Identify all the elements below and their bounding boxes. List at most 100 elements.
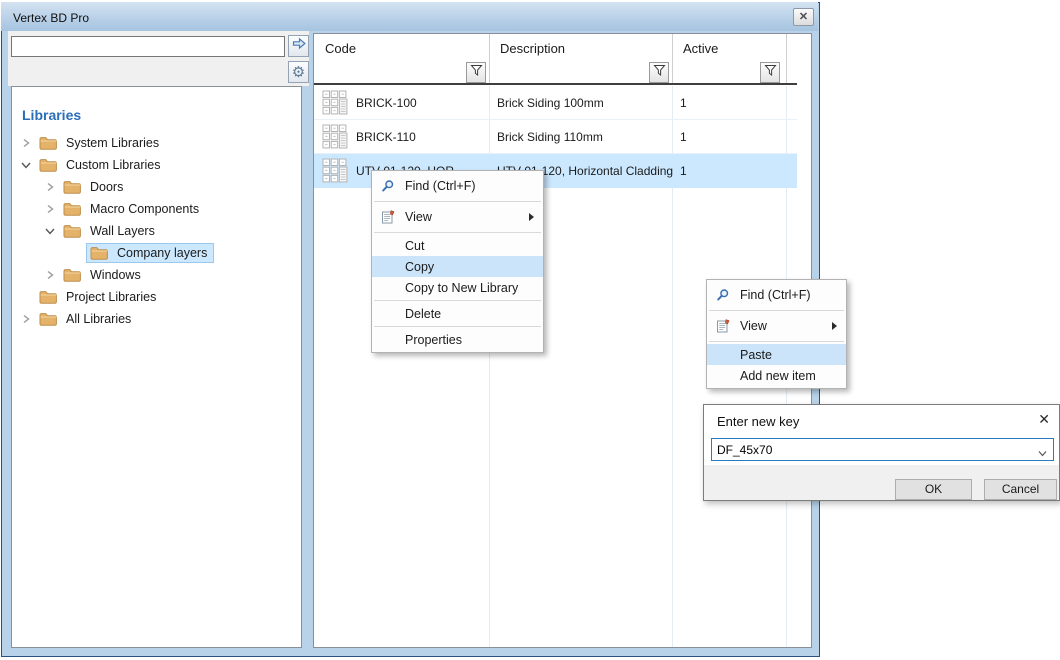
menu-separator	[709, 341, 844, 342]
menu-item-properties[interactable]: Properties	[372, 329, 543, 350]
new-key-combobox[interactable]	[711, 438, 1054, 461]
menu-item-label: Copy	[405, 260, 434, 274]
window-close-button[interactable]: ✕	[793, 8, 814, 26]
tree-item-wall-layers[interactable]: Wall Layers	[44, 220, 155, 242]
funnel-icon	[470, 64, 483, 82]
menu-item-cut[interactable]: Cut	[372, 235, 543, 256]
tree-selection-highlight: Company layers	[86, 243, 214, 263]
chevron-right-icon[interactable]	[44, 203, 56, 215]
chevron-right-icon[interactable]	[44, 181, 56, 193]
tree-item-label: System Libraries	[66, 136, 159, 150]
menu-separator	[374, 300, 541, 301]
window-title: Vertex BD Pro	[13, 11, 89, 25]
tree-item-label: Custom Libraries	[66, 158, 160, 172]
tree-item-label: Doors	[90, 180, 123, 194]
menu-separator	[374, 201, 541, 202]
column-divider	[489, 34, 490, 84]
filter-input-code[interactable]	[315, 62, 465, 83]
cell-active: 1	[680, 86, 687, 120]
folder-icon	[39, 158, 58, 172]
filter-button-description[interactable]	[649, 62, 669, 83]
filter-button-active[interactable]	[760, 62, 780, 83]
library-item-icon	[322, 90, 348, 121]
folder-icon	[39, 312, 58, 326]
menu-item-label: Add new item	[740, 369, 816, 383]
cell-description: Brick Siding 110mm	[497, 120, 603, 154]
column-divider	[672, 34, 673, 84]
dialog-footer: OK Cancel	[704, 465, 1059, 500]
tree-item-all-libraries[interactable]: All Libraries	[20, 308, 131, 330]
new-key-input[interactable]	[712, 439, 1030, 460]
tree-item-company-layers[interactable]: Company layers	[86, 242, 214, 264]
tree-item-label: All Libraries	[66, 312, 131, 326]
search-go-button[interactable]	[288, 35, 309, 57]
cell-code: BRICK-110	[356, 120, 416, 154]
menu-item-copy[interactable]: Copy	[372, 256, 543, 277]
funnel-icon	[653, 64, 666, 82]
column-header-description[interactable]: Description	[500, 41, 565, 56]
cancel-button[interactable]: Cancel	[984, 479, 1057, 500]
chevron-right-icon[interactable]	[20, 137, 32, 149]
menu-item-label: Delete	[405, 307, 441, 321]
tree-item-windows[interactable]: Windows	[44, 264, 141, 286]
menu-item-label: View	[740, 319, 767, 333]
tree-item-project-libraries[interactable]: Project Libraries	[39, 286, 156, 308]
table-row[interactable]: BRICK-100 Brick Siding 100mm 1	[314, 86, 797, 120]
header-separator-line	[314, 83, 797, 85]
menu-item-label: Find (Ctrl+F)	[405, 179, 476, 193]
menu-item-view[interactable]: View	[372, 204, 543, 230]
chevron-right-icon[interactable]	[44, 269, 56, 281]
filter-button-code[interactable]	[466, 62, 486, 83]
column-header-code[interactable]: Code	[325, 41, 356, 56]
tree-item-system-libraries[interactable]: System Libraries	[20, 132, 159, 154]
tree-item-custom-libraries[interactable]: Custom Libraries	[20, 154, 160, 176]
cell-active: 1	[680, 120, 687, 154]
tree-item-label: Wall Layers	[90, 224, 155, 238]
tree-header: Libraries	[22, 107, 81, 123]
tree-item-macro-components[interactable]: Macro Components	[44, 198, 199, 220]
menu-item-label: Find (Ctrl+F)	[740, 288, 811, 302]
menu-item-delete[interactable]: Delete	[372, 303, 543, 324]
menu-item-paste[interactable]: Paste	[707, 344, 846, 365]
menu-item-copy-to-new-library[interactable]: Copy to New Library	[372, 277, 543, 298]
table-row[interactable]: BRICK-110 Brick Siding 110mm 1	[314, 120, 797, 154]
view-document-icon	[379, 210, 397, 225]
menu-item-add-new-item[interactable]: Add new item	[707, 365, 846, 386]
chevron-down-icon[interactable]	[20, 159, 32, 171]
context-menu-secondary: Find (Ctrl+F) View Paste Add new item	[706, 279, 847, 389]
menu-item-find[interactable]: Find (Ctrl+F)	[707, 282, 846, 308]
menu-separator	[374, 326, 541, 327]
cell-active: 1	[680, 154, 687, 188]
folder-icon	[39, 136, 58, 150]
cell-code: BRICK-100	[356, 86, 417, 120]
folder-icon	[63, 202, 82, 216]
tree-item-label: Company layers	[117, 246, 207, 260]
dialog-close-icon[interactable]: ✕	[1038, 412, 1050, 426]
gear-icon: ⚙	[292, 65, 305, 80]
folder-icon	[63, 180, 82, 194]
menu-item-label: Paste	[740, 348, 772, 362]
funnel-icon	[764, 64, 777, 82]
view-document-icon	[714, 319, 732, 334]
chevron-right-icon[interactable]	[20, 313, 32, 325]
context-menu-primary: Find (Ctrl+F) View Cut Copy Copy to New …	[371, 170, 544, 353]
magnifier-icon	[379, 179, 397, 194]
folder-icon	[90, 246, 109, 260]
filter-input-description[interactable]	[491, 62, 647, 83]
menu-item-label: Properties	[405, 333, 462, 347]
tree-item-doors[interactable]: Doors	[44, 176, 123, 198]
menu-item-view[interactable]: View	[707, 313, 846, 339]
folder-icon	[39, 290, 58, 304]
settings-button[interactable]: ⚙	[288, 61, 309, 83]
ok-button[interactable]: OK	[895, 479, 972, 500]
menu-item-find[interactable]: Find (Ctrl+F)	[372, 173, 543, 199]
filter-input-active[interactable]	[674, 62, 758, 83]
combo-chevron-down-icon[interactable]	[1038, 445, 1047, 454]
column-header-active[interactable]: Active	[683, 41, 718, 56]
search-input[interactable]	[11, 36, 285, 57]
menu-separator	[374, 232, 541, 233]
chevron-down-icon[interactable]	[44, 225, 56, 237]
arrow-right-icon	[292, 37, 306, 55]
library-item-icon	[322, 124, 348, 155]
folder-icon	[63, 224, 82, 238]
